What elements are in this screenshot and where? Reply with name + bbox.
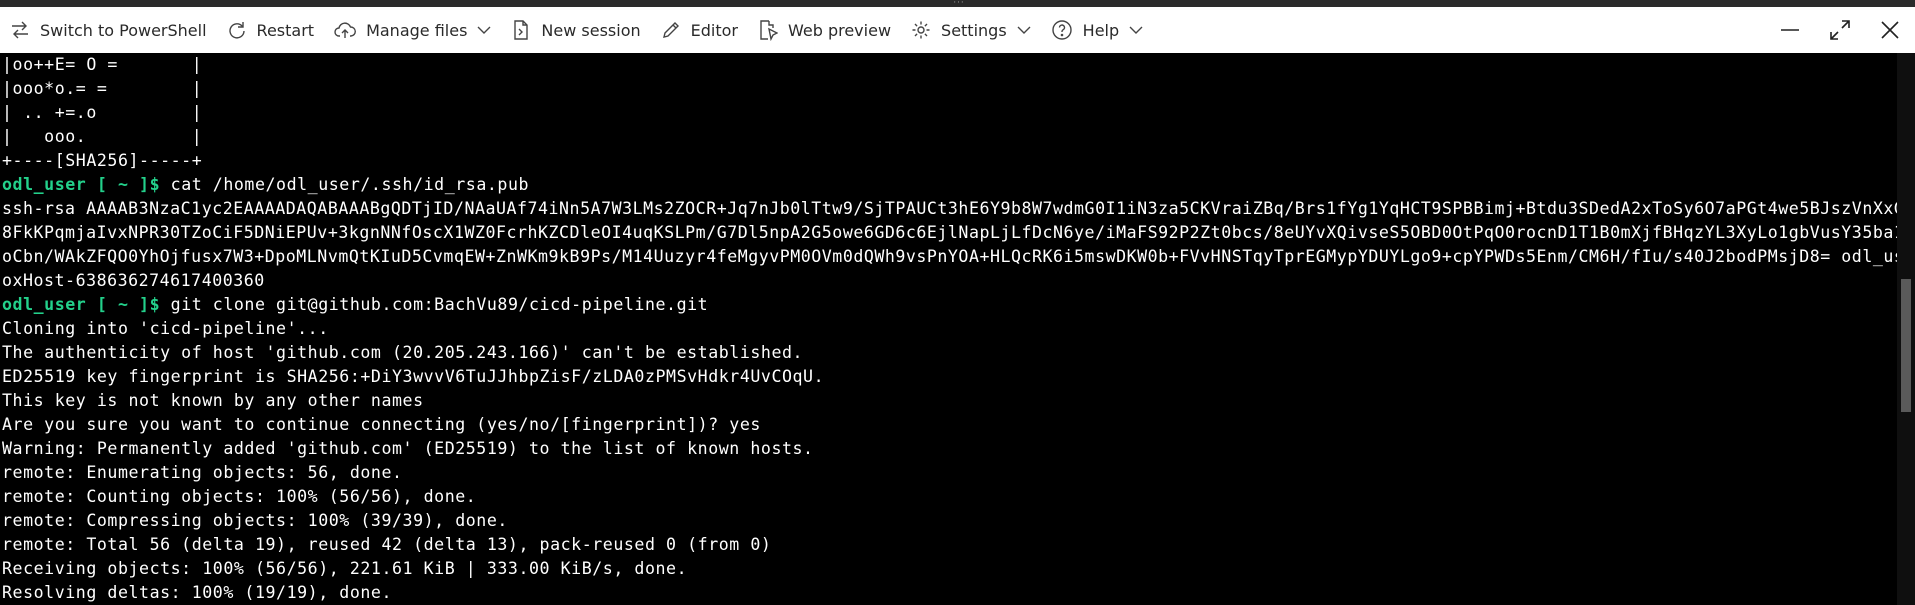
restart-icon <box>228 22 245 39</box>
output-line: remote: Enumerating objects: 56, done. <box>2 463 403 482</box>
output-line: Are you sure you want to continue connec… <box>2 415 761 434</box>
chevron-down-icon <box>477 26 491 34</box>
help-label: Help <box>1082 20 1120 40</box>
new-session-label: New session <box>541 20 641 40</box>
output-line: ED25519 key fingerprint is SHA256:+DiY3w… <box>2 367 825 386</box>
scrollbar-thumb[interactable] <box>1901 279 1911 412</box>
web-preview-button[interactable]: Web preview <box>748 11 901 49</box>
restart-label: Restart <box>256 20 315 40</box>
command-text: cat /home/odl_user/.ssh/id_rsa.pub <box>160 175 530 194</box>
help-button[interactable]: Help <box>1041 11 1153 49</box>
pencil-icon <box>662 22 679 38</box>
output-line: The authenticity of host 'github.com (20… <box>2 343 804 362</box>
restart-button[interactable]: Restart <box>217 11 325 49</box>
public-key-line: oxHost-638636274617400360 <box>2 271 265 290</box>
output-line: This key is not known by any other names <box>2 391 424 410</box>
minimize-icon <box>1781 29 1799 31</box>
output-line: remote: Counting objects: 100% (56/56), … <box>2 487 477 506</box>
maximize-button[interactable] <box>1815 7 1865 53</box>
new-session-button[interactable]: New session <box>501 11 650 49</box>
shell-prompt: odl_user [ ~ ]$ <box>2 175 161 194</box>
editor-label: Editor <box>690 20 738 40</box>
output-line: Receiving objects: 100% (56/56), 221.61 … <box>2 559 688 578</box>
drag-handle-icon[interactable]: ··· <box>950 0 968 8</box>
gear-icon <box>912 21 930 39</box>
randomart-line: | .. +=.o | <box>2 103 203 122</box>
terminal-scrollbar[interactable] <box>1897 53 1915 605</box>
new-session-icon <box>514 20 529 40</box>
command-text: git clone git@github.com:BachVu89/cicd-p… <box>160 295 709 314</box>
randomart-line: |ooo*o.= = | <box>2 79 203 98</box>
output-line: Cloning into 'cicd-pipeline'... <box>2 319 329 338</box>
command-line: odl_user [ ~ ]$ cat /home/odl_user/.ssh/… <box>2 173 529 197</box>
output-line: remote: Compressing objects: 100% (39/39… <box>2 511 508 530</box>
switch-to-powershell-label: Switch to PowerShell <box>40 20 207 40</box>
randomart-line: | ooo. | <box>2 127 203 146</box>
settings-label: Settings <box>941 20 1007 40</box>
toolbar: ··· Switch to PowerShell Restart Manage … <box>0 0 1915 53</box>
cloud-upload-icon <box>334 22 356 38</box>
manage-files-label: Manage files <box>366 20 468 40</box>
settings-button[interactable]: Settings <box>901 11 1041 49</box>
public-key-line: 8FkKPqmjaIvxNPR30TZoCiF5DNiEPUv+3kgnNNfO… <box>2 223 1897 242</box>
web-preview-icon <box>760 20 778 41</box>
manage-files-button[interactable]: Manage files <box>324 11 501 49</box>
cloud-shell-window: ··· Switch to PowerShell Restart Manage … <box>0 0 1915 605</box>
randomart-line: +----[SHA256]-----+ <box>2 151 203 170</box>
close-icon <box>1881 21 1899 39</box>
command-line: odl_user [ ~ ]$ git clone git@github.com… <box>2 293 708 317</box>
switch-to-powershell-button[interactable]: Switch to PowerShell <box>0 11 217 49</box>
maximize-icon <box>1830 20 1850 40</box>
web-preview-label: Web preview <box>787 20 892 40</box>
terminal-output[interactable]: |oo++E= O = | |ooo*o.= = | | .. +=.o | |… <box>0 53 1897 605</box>
close-button[interactable] <box>1865 7 1915 53</box>
public-key-line: oCbn/WAkZFQO0YhOjfusx7W3+DpoMLNvmQtKIuD5… <box>2 247 1897 266</box>
chevron-down-icon <box>1129 26 1143 34</box>
public-key-line: ssh-rsa AAAAB3NzaC1yc2EAAAADAQABAAABgQDT… <box>2 199 1897 218</box>
randomart-line: |oo++E= O = | <box>2 55 203 74</box>
output-line: remote: Total 56 (delta 19), reused 42 (… <box>2 535 772 554</box>
shell-prompt: odl_user [ ~ ]$ <box>2 295 161 314</box>
output-line: Warning: Permanently added 'github.com' … <box>2 439 814 458</box>
swap-arrows-icon <box>12 21 28 39</box>
minimize-button[interactable] <box>1765 7 1815 53</box>
chevron-down-icon <box>1017 26 1031 34</box>
window-controls <box>1765 7 1915 53</box>
output-line: Resolving deltas: 100% (19/19), done. <box>2 583 392 602</box>
help-icon <box>1051 20 1072 40</box>
editor-button[interactable]: Editor <box>651 11 748 49</box>
